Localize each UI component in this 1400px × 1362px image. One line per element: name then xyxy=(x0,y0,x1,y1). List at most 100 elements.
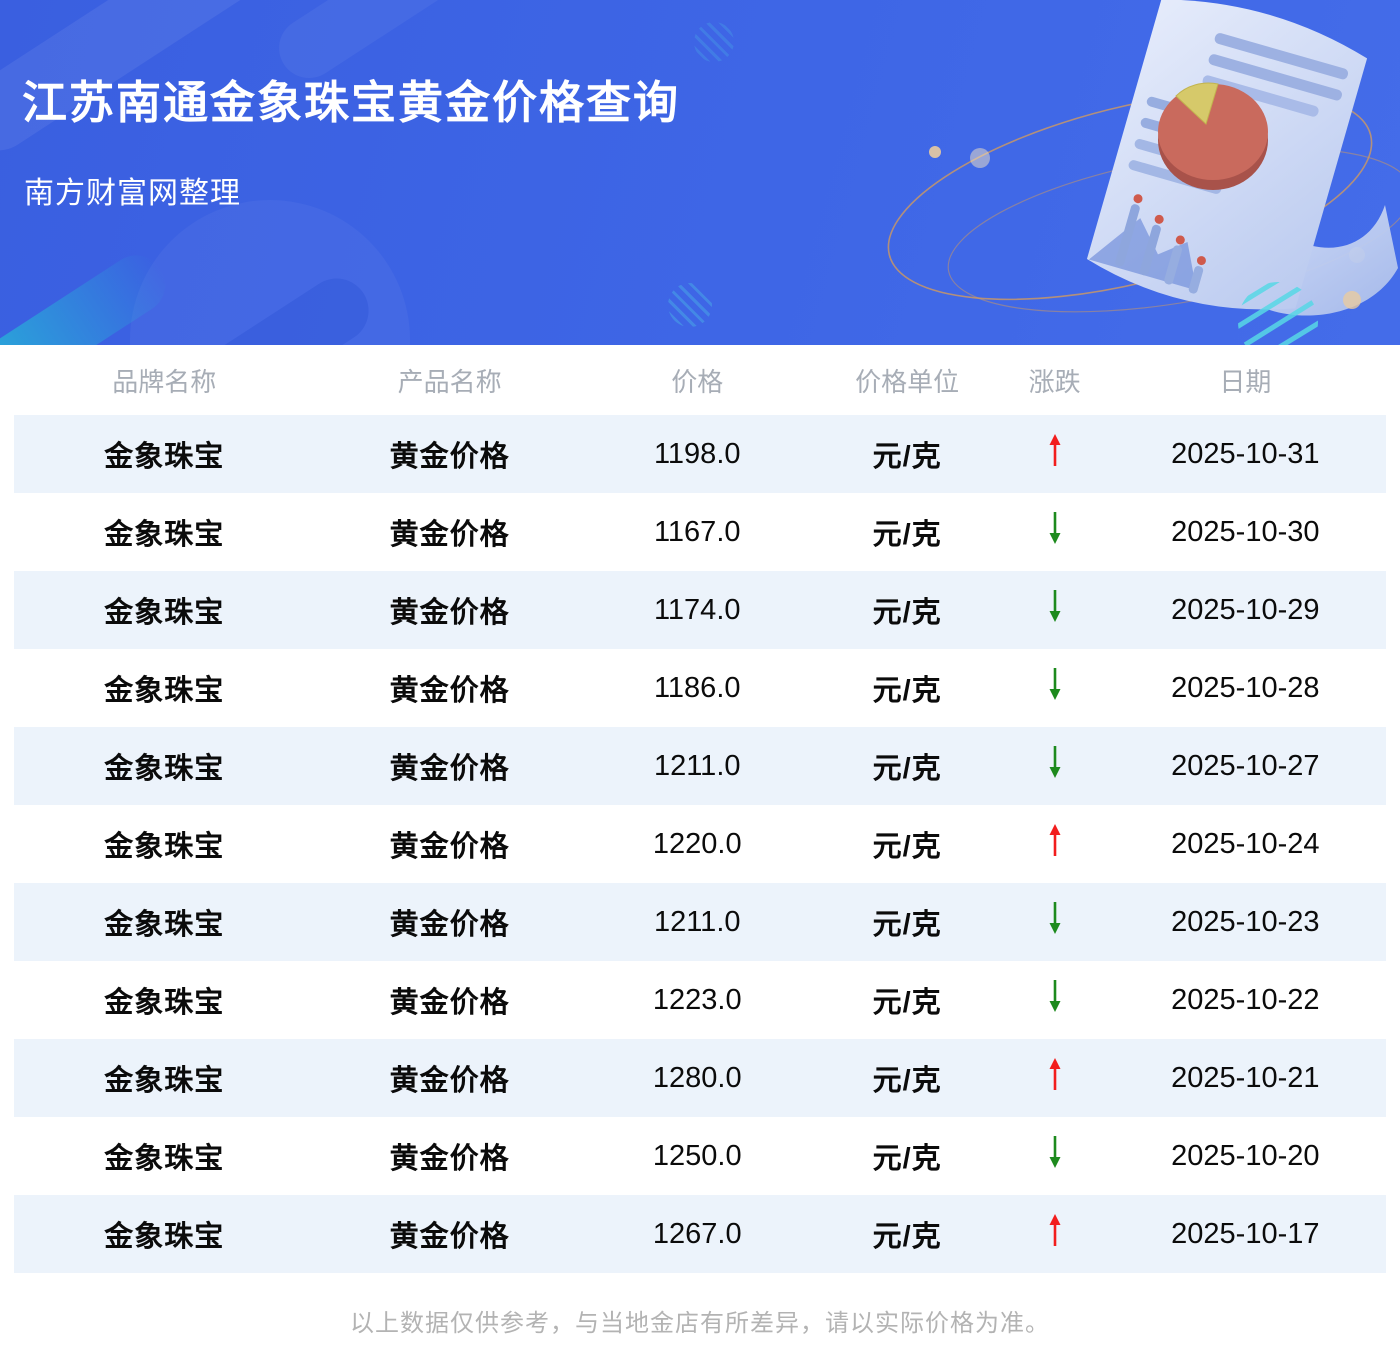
cell-product: 黄金价格 xyxy=(389,987,510,1019)
cell-date: 2025-10-31 xyxy=(1171,437,1320,470)
table-row: 金象珠宝 黄金价格 1174.0 元/克 2025-10-29 xyxy=(14,571,1386,649)
col-header-product: 产品名称 xyxy=(314,345,585,415)
cell-price: 1223.0 xyxy=(652,983,742,1016)
cell-unit: 元/克 xyxy=(872,909,942,941)
cell-product: 黄金价格 xyxy=(389,1065,510,1097)
cell-price: 1250.0 xyxy=(652,1139,742,1172)
col-header-price: 价格 xyxy=(584,345,810,415)
pie-chart-icon xyxy=(1158,82,1268,190)
cell-change xyxy=(1005,883,1105,961)
cell-unit: 元/克 xyxy=(872,1221,942,1253)
cell-date: 2025-10-17 xyxy=(1171,1217,1320,1250)
table-row: 金象珠宝 黄金价格 1267.0 元/克 2025-10-17 xyxy=(14,1195,1386,1273)
decorative-teal-band xyxy=(0,244,177,345)
cell-product: 黄金价格 xyxy=(389,519,510,551)
arrow-down-icon xyxy=(1046,1135,1064,1169)
page-title: 江苏南通金象珠宝黄金价格查询 xyxy=(22,77,681,128)
page-subtitle: 南方财富网整理 xyxy=(24,177,241,210)
cell-product: 黄金价格 xyxy=(389,1221,510,1253)
cell-brand: 金象珠宝 xyxy=(104,675,225,707)
table-row: 金象珠宝 黄金价格 1211.0 元/克 2025-10-23 xyxy=(14,883,1386,961)
hero-banner: 江苏南通金象珠宝黄金价格查询 南方财富网整理 xyxy=(0,0,1400,345)
cell-date: 2025-10-22 xyxy=(1171,983,1320,1016)
cell-change xyxy=(1005,649,1105,727)
cell-unit: 元/克 xyxy=(872,519,942,551)
cell-price: 1267.0 xyxy=(652,1217,742,1250)
cell-product: 黄金价格 xyxy=(389,441,510,473)
cell-price: 1198.0 xyxy=(653,437,741,470)
col-header-change: 涨跌 xyxy=(1004,345,1105,415)
table-row: 金象珠宝 黄金价格 1198.0 元/克 2025-10-31 xyxy=(14,415,1386,493)
cell-change xyxy=(1005,727,1105,805)
cell-brand: 金象珠宝 xyxy=(104,987,225,1019)
cell-brand: 金象珠宝 xyxy=(104,519,225,551)
price-table-body: 金象珠宝 黄金价格 1198.0 元/克 2025-10-31 金象珠宝 黄金价… xyxy=(14,415,1386,1273)
cell-product: 黄金价格 xyxy=(389,831,510,863)
cell-product: 黄金价格 xyxy=(389,1143,510,1175)
cell-date: 2025-10-23 xyxy=(1171,905,1320,938)
report-illustration xyxy=(887,0,1400,345)
arrow-up-icon xyxy=(1046,433,1064,467)
cell-unit: 元/克 xyxy=(872,1143,942,1175)
cell-product: 黄金价格 xyxy=(389,597,510,629)
cell-brand: 金象珠宝 xyxy=(104,1221,225,1253)
cell-price: 1174.0 xyxy=(653,593,741,626)
arrow-down-icon xyxy=(1046,901,1064,935)
cell-brand: 金象珠宝 xyxy=(104,597,225,629)
cell-change xyxy=(1005,1117,1105,1195)
table-row: 金象珠宝 黄金价格 1211.0 元/克 2025-10-27 xyxy=(14,727,1386,805)
cell-unit: 元/克 xyxy=(872,831,942,863)
arrow-down-icon xyxy=(1046,589,1064,623)
cell-brand: 金象珠宝 xyxy=(104,909,225,941)
cell-price: 1211.0 xyxy=(653,905,741,938)
cell-change xyxy=(1005,961,1105,1039)
cell-price: 1211.0 xyxy=(653,749,741,782)
table-row: 金象珠宝 黄金价格 1223.0 元/克 2025-10-22 xyxy=(14,961,1386,1039)
cell-brand: 金象珠宝 xyxy=(104,441,225,473)
arrow-down-icon xyxy=(1046,979,1064,1013)
cell-unit: 元/克 xyxy=(872,597,942,629)
cell-price: 1186.0 xyxy=(653,671,741,704)
price-table: 品牌名称 产品名称 价格 价格单位 涨跌 日期 金象珠宝 黄金价格 1198.0… xyxy=(14,345,1386,1273)
arrow-up-icon xyxy=(1046,1213,1064,1247)
cell-change xyxy=(1005,571,1105,649)
cell-date: 2025-10-27 xyxy=(1171,749,1320,782)
arrow-down-icon xyxy=(1046,745,1064,779)
cell-unit: 元/克 xyxy=(872,753,942,785)
cell-unit: 元/克 xyxy=(872,675,942,707)
cell-change xyxy=(1005,1195,1105,1273)
cell-brand: 金象珠宝 xyxy=(104,1065,225,1097)
table-row: 金象珠宝 黄金价格 1250.0 元/克 2025-10-20 xyxy=(14,1117,1386,1195)
cell-change xyxy=(1005,805,1105,883)
decorative-band xyxy=(69,266,381,345)
col-header-unit: 价格单位 xyxy=(809,345,1005,415)
cell-brand: 金象珠宝 xyxy=(104,831,225,863)
cell-price: 1167.0 xyxy=(653,515,741,548)
striped-dot-pattern xyxy=(694,22,734,62)
table-row: 金象珠宝 黄金价格 1220.0 元/克 2025-10-24 xyxy=(14,805,1386,883)
table-row: 金象珠宝 黄金价格 1280.0 元/克 2025-10-21 xyxy=(14,1039,1386,1117)
cell-date: 2025-10-28 xyxy=(1171,671,1320,704)
arrow-up-icon xyxy=(1046,823,1064,857)
disclaimer-text: 以上数据仅供参考，与当地金店有所差异，请以实际价格为准。 xyxy=(350,1310,1050,1337)
cell-brand: 金象珠宝 xyxy=(104,1143,225,1175)
arrow-down-icon xyxy=(1046,511,1064,545)
cell-date: 2025-10-24 xyxy=(1171,827,1320,860)
cell-product: 黄金价格 xyxy=(389,909,510,941)
cell-date: 2025-10-29 xyxy=(1171,593,1320,626)
table-row: 金象珠宝 黄金价格 1186.0 元/克 2025-10-28 xyxy=(14,649,1386,727)
arrow-down-icon xyxy=(1046,667,1064,701)
table-row: 金象珠宝 黄金价格 1167.0 元/克 2025-10-30 xyxy=(14,493,1386,571)
cell-price: 1220.0 xyxy=(652,827,742,860)
decorative-circle xyxy=(130,200,410,345)
cell-unit: 元/克 xyxy=(872,1065,942,1097)
cell-change xyxy=(1005,415,1105,493)
cell-brand: 金象珠宝 xyxy=(104,753,225,785)
col-header-date: 日期 xyxy=(1104,345,1386,415)
table-header-row: 品牌名称 产品名称 价格 价格单位 涨跌 日期 xyxy=(14,345,1386,415)
cell-change xyxy=(1005,1039,1105,1117)
cell-unit: 元/克 xyxy=(872,441,942,473)
cell-product: 黄金价格 xyxy=(389,753,510,785)
col-header-brand: 品牌名称 xyxy=(14,345,315,415)
cell-price: 1280.0 xyxy=(652,1061,742,1094)
